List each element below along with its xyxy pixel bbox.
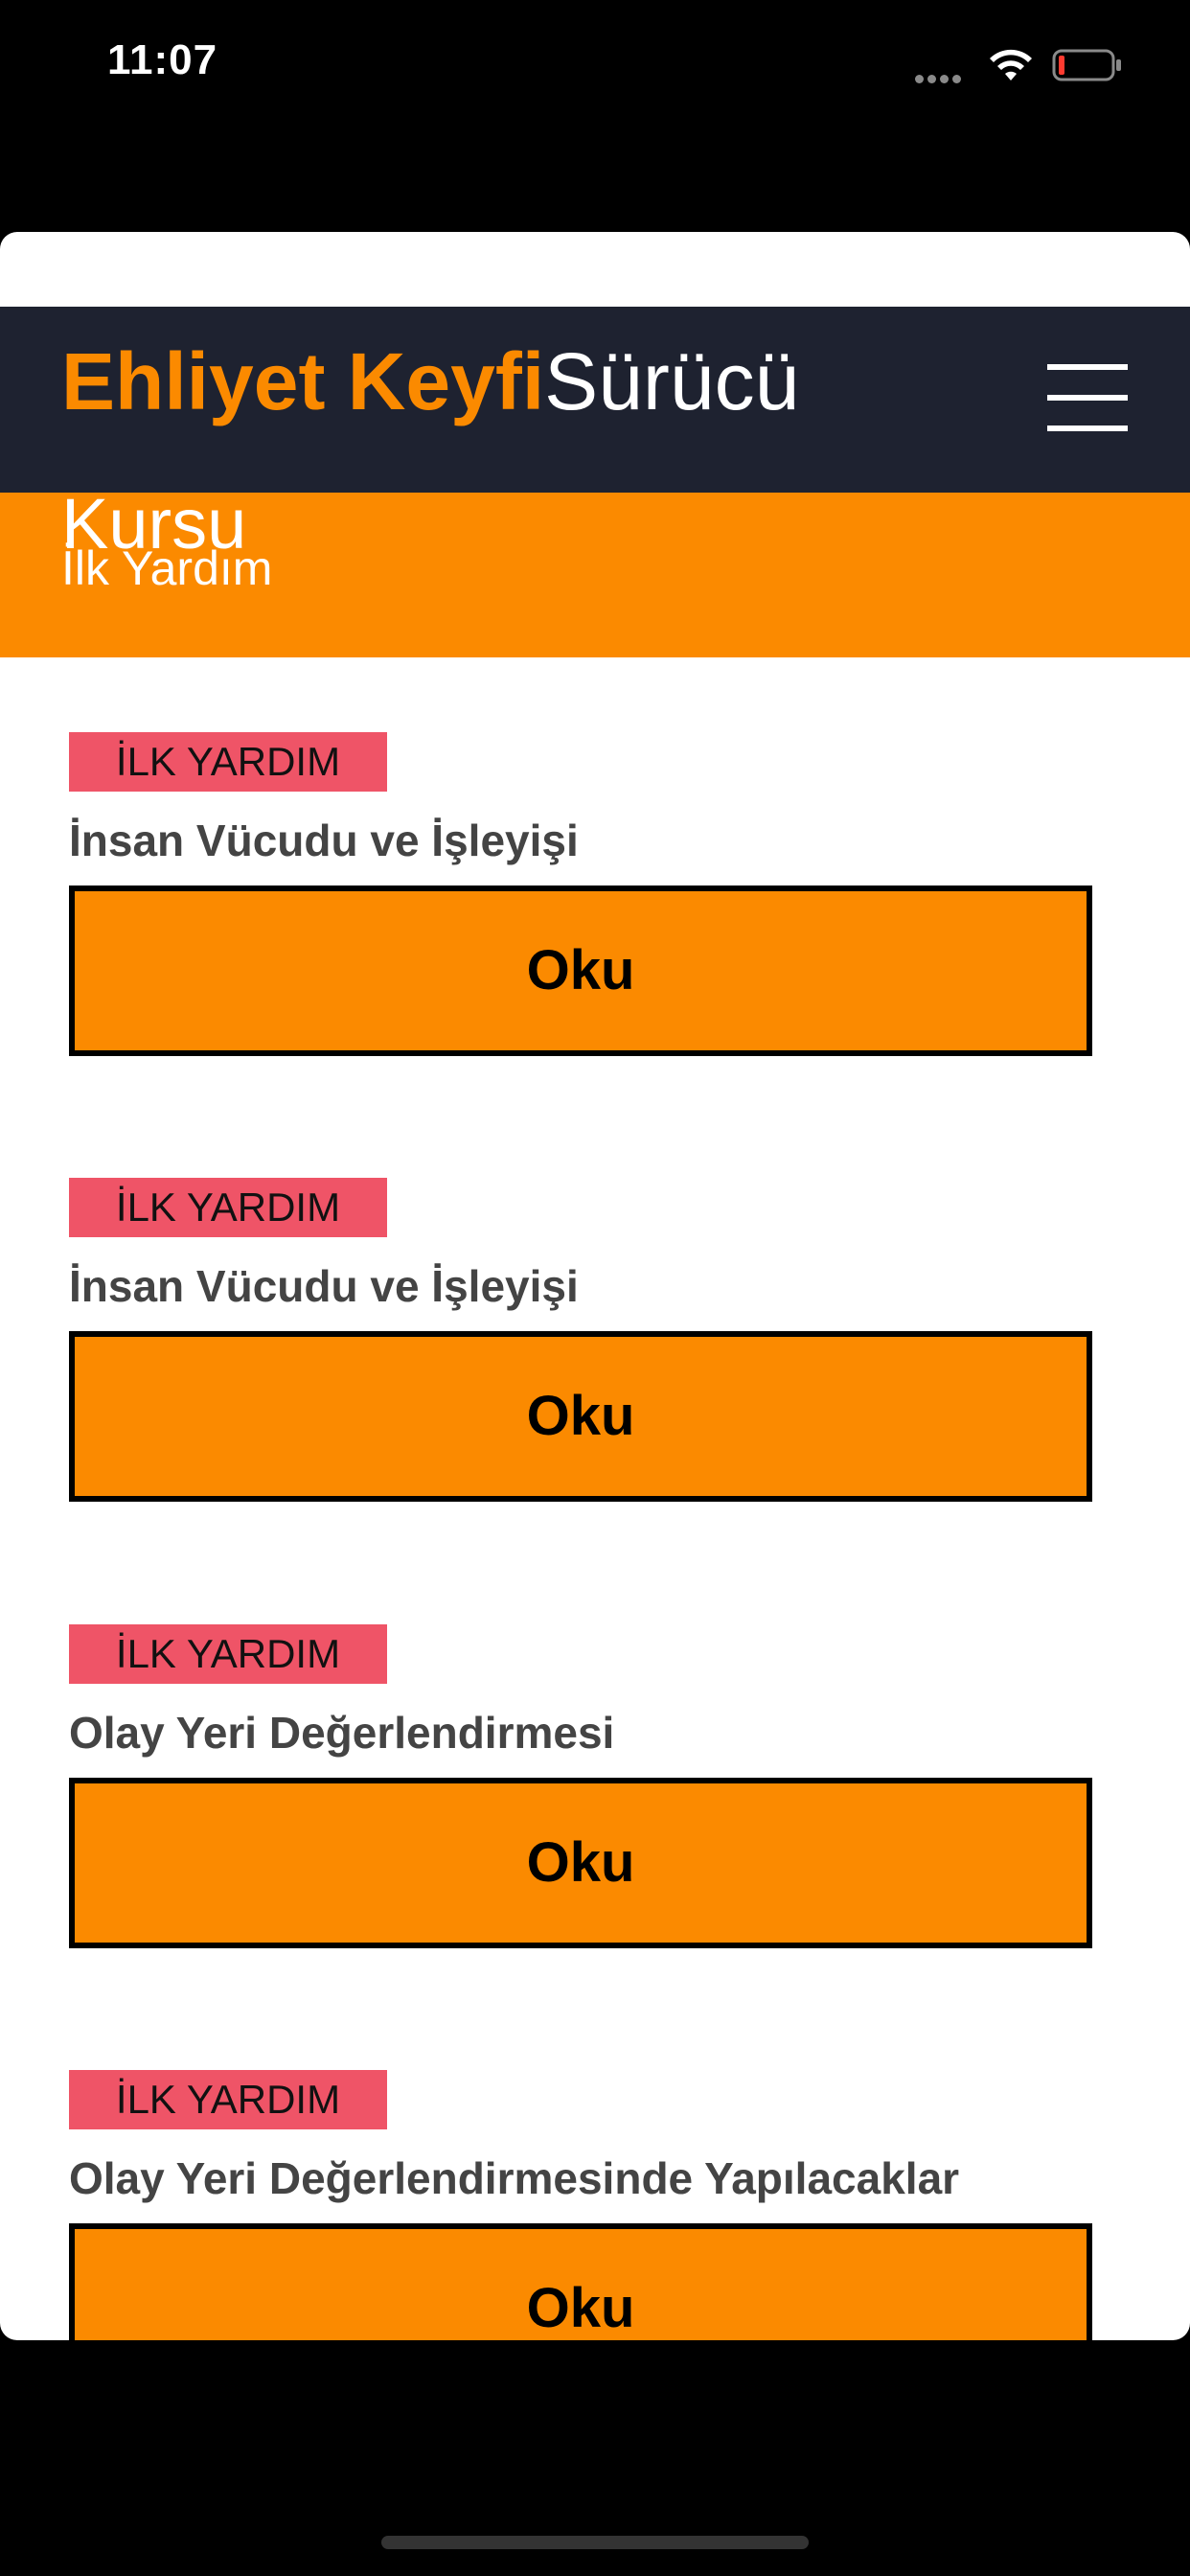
read-button[interactable]: Oku <box>69 1331 1092 1502</box>
category-tag: İLK YARDIM <box>69 1178 387 1237</box>
brand-name-bold: Ehliyet Keyfi <box>61 336 545 426</box>
category-tag: İLK YARDIM <box>69 1624 387 1684</box>
signal-dots-icon <box>915 71 973 83</box>
lesson-title: Olay Yeri Değerlendirmesinde Yapılacakla… <box>69 2153 960 2203</box>
wifi-icon <box>990 49 1032 80</box>
subtitle-category: İlk Yardım <box>61 541 273 595</box>
brand-name-light: Sürücü <box>544 336 800 426</box>
lesson-title: İnsan Vücudu ve İşleyişi <box>69 1261 579 1311</box>
lesson-title: Olay Yeri Değerlendirmesi <box>69 1708 615 1758</box>
battery-low-icon <box>1052 49 1121 81</box>
category-tag: İLK YARDIM <box>69 732 387 792</box>
app-webview: Ehliyet KeyfiSürücü Kursu İlk Yardım İLK… <box>0 232 1190 2340</box>
brand-logo[interactable]: Ehliyet KeyfiSürücü <box>61 334 799 430</box>
page-subtitle-band: Kursu İlk Yardım <box>0 493 1190 657</box>
category-tag: İLK YARDIM <box>69 2070 387 2129</box>
read-button[interactable]: Oku <box>69 1778 1092 1948</box>
read-button[interactable]: Oku <box>69 2223 1092 2340</box>
lesson-card: İLK YARDIM Olay Yeri Değerlendirmesinde … <box>69 2070 1092 2340</box>
read-button[interactable]: Oku <box>69 886 1092 1056</box>
status-bar: 11:07 <box>0 0 1190 134</box>
hamburger-menu-icon[interactable] <box>1042 355 1131 443</box>
lesson-card: İLK YARDIM İnsan Vücudu ve İşleyişi Oku <box>69 1178 1092 1542</box>
home-indicator[interactable] <box>381 2536 809 2549</box>
status-time: 11:07 <box>107 36 218 83</box>
lesson-card: İLK YARDIM İnsan Vücudu ve İşleyişi Oku <box>69 732 1092 1096</box>
lesson-title: İnsan Vücudu ve İşleyişi <box>69 816 579 865</box>
lesson-card: İLK YARDIM Olay Yeri Değerlendirmesi Oku <box>69 1624 1092 1989</box>
nav-bar: Ehliyet KeyfiSürücü <box>0 307 1190 493</box>
